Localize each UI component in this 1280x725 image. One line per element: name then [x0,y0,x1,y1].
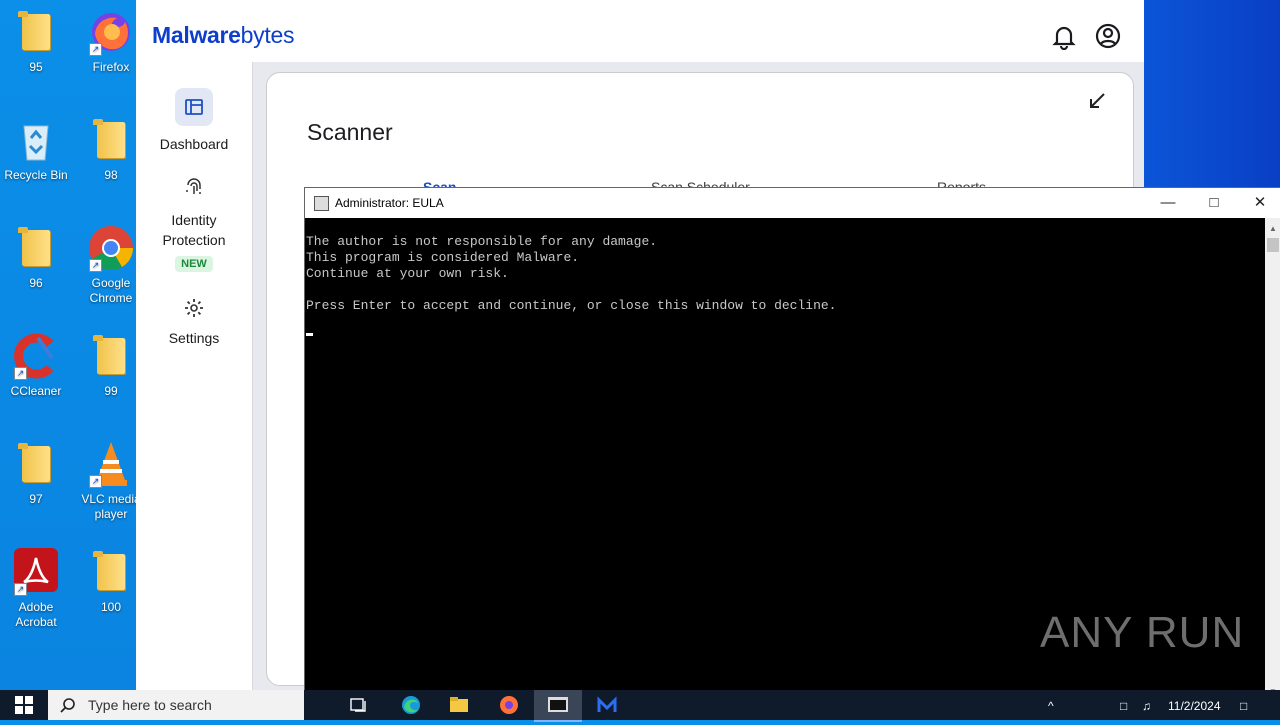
console-title: Administrator: EULA [335,196,444,210]
chrome-icon: ↗ [87,224,135,272]
acrobat-icon: ↗ [12,548,60,596]
firefox-taskbar-icon[interactable] [498,694,520,716]
search-placeholder: Type here to search [88,697,212,713]
console-taskbar-icon[interactable] [534,690,582,722]
minimize-button[interactable]: — [1145,188,1191,218]
folder-icon [87,548,135,596]
console-line: Continue at your own risk. [306,266,509,281]
folder-icon [87,116,135,164]
gear-icon [175,294,213,322]
collapse-arrow-icon[interactable] [1087,91,1107,111]
anyrun-watermark: ANY RUN [1040,608,1245,657]
start-button[interactable] [0,690,48,720]
console-title-bar: Administrator: EULA — □ ✕ [305,188,1280,218]
malwarebytes-header: Malwarebytes [136,0,1144,62]
console-line: This program is considered Malware. [306,250,580,265]
page-title: Scanner [307,119,393,145]
malwarebytes-taskbar-icon[interactable] [596,694,618,716]
recycle-bin-icon [12,116,60,164]
desktop-icon-recycle-bin[interactable]: Recycle Bin [0,116,72,183]
console-cursor [306,325,1256,341]
taskbar-search[interactable]: Type here to search [48,690,304,720]
nav-identity-protection[interactable]: Identity Protection NEW [136,174,252,272]
desktop-icon-96[interactable]: 96 [0,224,72,291]
console-line: The author is not responsible for any da… [306,234,658,249]
file-explorer-icon[interactable] [448,694,470,716]
nav-dashboard[interactable]: Dashboard [136,88,252,152]
notification-icon[interactable]: □ [1240,699,1247,713]
dashboard-icon [175,88,213,126]
firefox-icon: ↗ [87,8,135,56]
new-badge: NEW [175,256,213,272]
folder-icon [12,224,60,272]
account-icon[interactable] [1094,22,1122,50]
desktop-icon-acrobat[interactable]: ↗ Adobe Acrobat [0,548,72,630]
nav-settings[interactable]: Settings [136,294,252,346]
malwarebytes-logo: Malwarebytes [152,22,295,48]
edge-icon[interactable] [400,694,422,716]
fingerprint-icon [175,174,213,202]
ccleaner-icon: ↗ [12,332,60,380]
folder-icon [12,440,60,488]
desktop-icon-97[interactable]: 97 [0,440,72,507]
taskbar: Type here to search ^ □ ♫ 11/2/2024 □ [0,690,1280,722]
console-app-icon [314,196,329,211]
bell-icon[interactable] [1050,22,1078,51]
folder-icon [87,332,135,380]
close-button[interactable]: ✕ [1237,188,1280,218]
desktop-icon-95[interactable]: 95 [0,8,72,75]
windows-icon [15,696,33,714]
maximize-button[interactable]: □ [1191,188,1237,218]
folder-icon [12,8,60,56]
tray-chevron-icon[interactable]: ^ [1048,699,1054,713]
scroll-up-icon[interactable]: ▲ [1269,224,1277,233]
search-icon [60,698,75,713]
desktop-icon-ccleaner[interactable]: ↗ CCleaner [0,332,72,399]
console-scrollbar[interactable]: ▲ ▼ [1265,218,1280,698]
network-icon[interactable]: □ [1120,699,1127,713]
vlc-icon: ↗ [87,440,135,488]
clock-date[interactable]: 11/2/2024 [1168,699,1221,713]
console-line: Press Enter to accept and continue, or c… [306,298,837,313]
scroll-thumb[interactable] [1267,238,1279,252]
volume-icon[interactable]: ♫ [1142,699,1151,713]
task-view-icon[interactable] [348,694,370,716]
malwarebytes-sidebar: Dashboard Identity Protection NEW Settin… [136,62,253,692]
